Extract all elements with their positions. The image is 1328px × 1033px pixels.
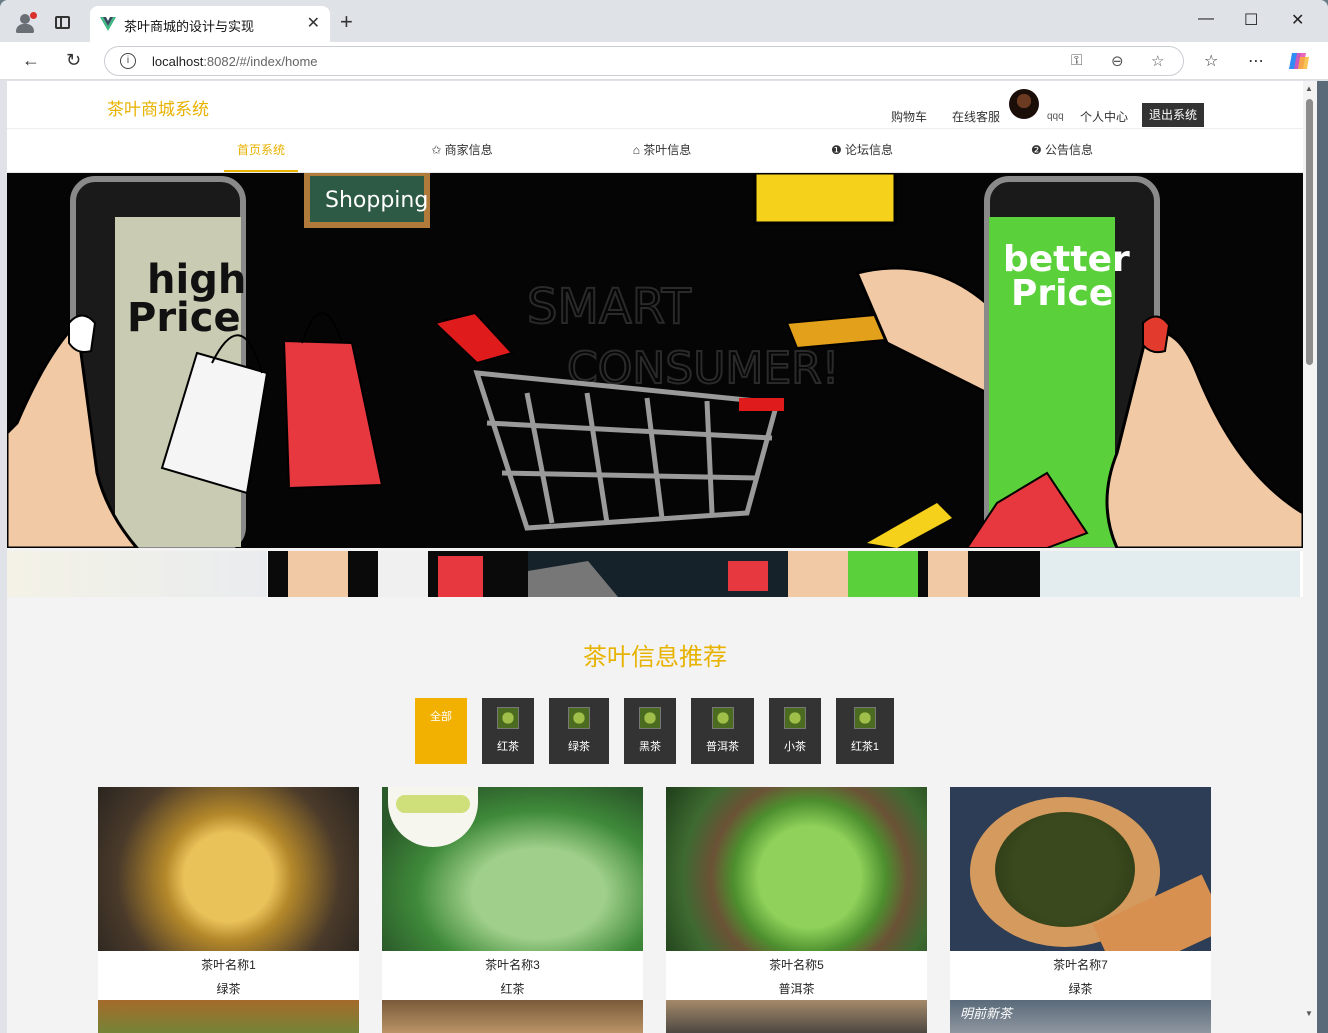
scrollbar-thumb[interactable] — [1306, 99, 1313, 365]
product-type: 绿茶 — [216, 982, 241, 996]
product-image[interactable] — [98, 787, 359, 951]
address-bar-row: ← ↻ i localhost:8082/#/index/home ⚿ ⊖ ☆ … — [0, 42, 1328, 80]
category-thumb — [711, 707, 734, 729]
tab-bar: 茶叶商城的设计与实现 ✕ + — ☐ ✕ — [0, 0, 1328, 42]
product-card[interactable]: 茶叶名称1 绿茶 — [98, 787, 359, 1000]
banner-better-price-text: Price — [1011, 273, 1113, 314]
tab-close-icon[interactable]: ✕ — [307, 13, 320, 33]
new-tab-button[interactable]: + — [340, 9, 353, 35]
banner-thumbnails — [7, 551, 1303, 597]
more-menu-icon[interactable]: ⋯ — [1248, 51, 1264, 71]
user-center-link[interactable]: 个人中心 — [1080, 108, 1128, 125]
logout-button[interactable]: 退出系统 — [1142, 103, 1204, 127]
product-type: 红茶 — [500, 982, 525, 996]
nav-notice[interactable]: ❷ 公告信息 — [1017, 129, 1107, 172]
product-image[interactable] — [950, 787, 1211, 951]
product-card-row2[interactable]: 明前新茶 — [950, 1000, 1211, 1033]
reload-icon[interactable]: ↻ — [66, 50, 81, 71]
page-scrollbar[interactable]: ▲ ▼ — [1303, 81, 1317, 1033]
row2-caption: 明前新茶 — [960, 1006, 1013, 1021]
nav-tea[interactable]: ⌂ 茶叶信息 — [617, 129, 707, 172]
favorites-icon[interactable]: ☆ — [1204, 51, 1218, 71]
product-image[interactable] — [666, 787, 927, 951]
username: qqq — [1047, 111, 1064, 122]
category-thumb — [568, 707, 590, 729]
category-small-tea[interactable]: 小茶 — [769, 698, 821, 764]
zoom-out-icon[interactable]: ⊖ — [1111, 52, 1124, 70]
key-icon[interactable]: ⚿ — [1071, 52, 1082, 69]
section-title: 茶叶信息推荐 — [583, 644, 727, 671]
close-window-button[interactable]: ✕ — [1291, 10, 1304, 30]
product-card[interactable]: 茶叶名称5 普洱茶 — [666, 787, 927, 1000]
banner-thumb-3[interactable] — [528, 551, 788, 597]
desktop-edge — [1317, 81, 1328, 1033]
browser-window: 茶叶商城的设计与实现 ✕ + — ☐ ✕ ← ↻ i localhost:808… — [0, 0, 1328, 1033]
product-image[interactable] — [382, 787, 643, 951]
banner-thumb-1[interactable] — [7, 551, 267, 597]
cart-link[interactable]: 购物车 — [891, 108, 927, 125]
product-card-row2[interactable] — [98, 1000, 359, 1033]
back-arrow-icon[interactable]: ← — [22, 50, 40, 71]
banner-shopping-sign: Shopping — [325, 188, 428, 213]
favorite-star-icon[interactable]: ☆ — [1151, 52, 1164, 70]
banner-illustration: SMART CONSUMER! high Price better Price … — [7, 173, 1303, 548]
category-thumb — [497, 707, 519, 729]
scroll-up-icon[interactable]: ▲ — [1305, 84, 1313, 93]
category-black-tea[interactable]: 红茶 — [482, 698, 534, 764]
category-puer-tea[interactable]: 普洱茶 — [691, 698, 754, 764]
site-info-icon[interactable]: i — [120, 53, 136, 69]
product-card[interactable]: 茶叶名称3 红茶 — [382, 787, 643, 1000]
site-logo[interactable]: 茶叶商城系统 — [107, 95, 209, 120]
service-link[interactable]: 在线客服 — [952, 108, 1000, 125]
nav-home[interactable]: 首页系统 — [224, 129, 298, 172]
product-name: 茶叶名称5 — [769, 958, 824, 972]
banner-smart-text: SMART — [527, 279, 692, 335]
category-black-tea-1[interactable]: 红茶1 — [836, 698, 894, 764]
minimize-button[interactable]: — — [1198, 10, 1214, 28]
nav-forum[interactable]: ❶ 论坛信息 — [817, 129, 907, 172]
banner-carousel[interactable]: SMART CONSUMER! high Price better Price … — [7, 173, 1303, 548]
product-name: 茶叶名称3 — [485, 958, 540, 972]
nav-merchants[interactable]: ✩ 商家信息 — [417, 129, 507, 172]
category-dark-tea[interactable]: 黑茶 — [624, 698, 676, 764]
address-bar[interactable]: i localhost:8082/#/index/home ⚿ ⊖ ☆ — [104, 46, 1184, 76]
vue-favicon-icon — [100, 17, 116, 31]
tab-title: 茶叶商城的设计与实现 — [124, 19, 255, 34]
tab-actions-icon[interactable] — [55, 16, 70, 29]
product-name: 茶叶名称1 — [201, 958, 256, 972]
profile-icon[interactable] — [14, 12, 37, 34]
category-all[interactable]: 全部 — [415, 698, 467, 764]
maximize-button[interactable]: ☐ — [1244, 10, 1258, 30]
category-thumb — [639, 707, 661, 729]
category-thumb — [854, 707, 876, 729]
product-type: 绿茶 — [1068, 982, 1093, 996]
category-thumb — [784, 707, 806, 729]
product-card-row2[interactable] — [382, 1000, 643, 1033]
product-card-row2[interactable] — [666, 1000, 927, 1033]
banner-price-text: Price — [127, 295, 241, 341]
url-text[interactable]: localhost:8082/#/index/home — [152, 54, 318, 69]
product-name: 茶叶名称7 — [1053, 958, 1108, 972]
site-header: 茶叶商城系统 购物车 在线客服 qqq 个人中心 退出系统 — [7, 81, 1303, 129]
banner-thumb-2[interactable] — [268, 551, 528, 597]
page-viewport: 茶叶商城系统 购物车 在线客服 qqq 个人中心 退出系统 首页系统 ✩ 商家信… — [7, 81, 1303, 1033]
scroll-down-icon[interactable]: ▼ — [1305, 1009, 1313, 1018]
browser-tab[interactable]: 茶叶商城的设计与实现 ✕ — [90, 6, 330, 42]
banner-thumb-5[interactable] — [1040, 551, 1300, 597]
main-nav: 首页系统 ✩ 商家信息 ⌂ 茶叶信息 ❶ 论坛信息 ❷ 公告信息 — [7, 129, 1303, 173]
product-type: 普洱茶 — [778, 982, 815, 996]
avatar[interactable] — [1009, 89, 1039, 119]
copilot-icon[interactable] — [1288, 51, 1310, 71]
category-green-tea[interactable]: 绿茶 — [549, 698, 609, 764]
banner-thumb-4[interactable] — [788, 551, 1048, 597]
product-card[interactable]: 茶叶名称7 绿茶 — [950, 787, 1211, 1000]
